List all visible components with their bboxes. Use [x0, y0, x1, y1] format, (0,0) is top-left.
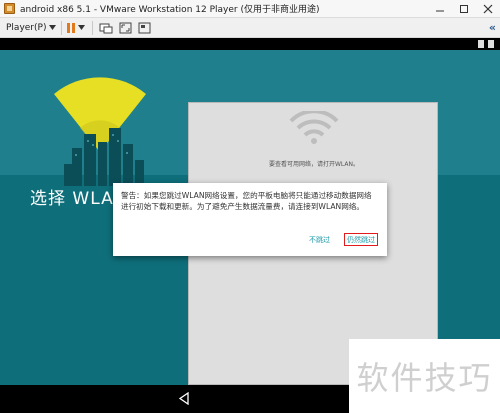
watermark: 软件技巧	[349, 339, 500, 413]
toolbar-divider	[92, 20, 94, 35]
signal-icon	[488, 40, 494, 48]
status-icons	[478, 40, 494, 48]
ctrl-alt-del-icon[interactable]	[98, 20, 114, 36]
chevron-down-icon	[49, 25, 57, 30]
wlan-hint-text: 要查看可用网络，请打开WLAN。	[268, 161, 359, 168]
minimize-icon[interactable]	[428, 0, 452, 18]
skip-anyway-button[interactable]: 仍然跳过	[344, 233, 378, 246]
wifi-illustration	[54, 77, 146, 186]
player-menu-button[interactable]: Player(P)	[6, 22, 57, 33]
dialog-message: 警告：如果您跳过WLAN网络设置，您的平板电脑将只能通过移动数据网络进行初始下载…	[121, 191, 372, 211]
wifi-icon	[289, 111, 339, 144]
maximize-icon[interactable]	[452, 0, 476, 18]
fullscreen-icon[interactable]	[117, 20, 133, 36]
pause-dropdown-icon[interactable]	[78, 24, 87, 31]
watermark-text: 软件技巧	[356, 359, 493, 397]
back-triangle-icon[interactable]	[178, 392, 190, 405]
dont-skip-button[interactable]: 不跳过	[309, 235, 330, 245]
toolbar-divider	[61, 20, 63, 35]
window-title-bar: android x86 5.1 - VMware Workstation 12 …	[0, 0, 500, 18]
vmware-app-icon	[4, 3, 15, 14]
window-title: android x86 5.1 - VMware Workstation 12 …	[20, 5, 320, 15]
unity-icon[interactable]	[136, 20, 152, 36]
battery-icon	[478, 40, 484, 48]
double-chevron-icon[interactable]: «	[489, 21, 496, 34]
window-controls	[428, 0, 500, 18]
close-icon[interactable]	[476, 0, 500, 18]
android-status-bar	[0, 38, 500, 50]
player-menu-label: Player(P)	[6, 22, 47, 33]
pause-icon[interactable]	[67, 22, 76, 33]
vmware-toolbar: Player(P) «	[0, 18, 500, 38]
